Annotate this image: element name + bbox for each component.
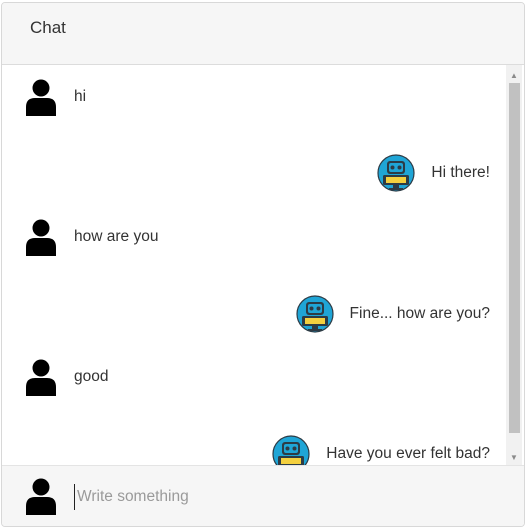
scroll-down-arrow-icon[interactable]: ▼ (506, 449, 522, 465)
robot-icon (272, 435, 310, 465)
robot-icon (377, 154, 416, 192)
robot-icon (295, 295, 334, 333)
message-list[interactable]: hi Hi there! how are you Fine... how are… (2, 65, 507, 465)
message-text: good (74, 368, 109, 385)
chat-panel: Chat hi Hi there! how are you Fine... ho… (1, 2, 525, 527)
chat-header: Chat (2, 3, 524, 65)
message-user: how are you (24, 217, 158, 257)
user-icon (26, 79, 56, 116)
user-icon (26, 478, 56, 515)
message-bot: Have you ever felt bad? (272, 434, 490, 465)
message-scrollbar[interactable]: ▲ ▼ (506, 65, 522, 465)
message-bot: Fine... how are you? (295, 294, 490, 334)
scroll-thumb[interactable] (509, 83, 520, 433)
user-icon (26, 219, 56, 256)
chat-title: Chat (30, 18, 66, 37)
message-text: hi (74, 88, 87, 105)
scroll-up-arrow-icon[interactable]: ▲ (506, 67, 522, 83)
message-bot: Hi there! (377, 153, 490, 193)
message-text: Hi there! (431, 164, 490, 181)
message-input[interactable] (74, 484, 499, 510)
message-text: how are you (74, 228, 159, 245)
message-text: Fine... how are you? (349, 305, 490, 322)
message-composer (2, 465, 524, 526)
message-text: Have you ever felt bad? (326, 445, 490, 462)
message-user: good (24, 357, 108, 397)
message-user: hi (24, 77, 86, 117)
user-icon (26, 359, 56, 396)
